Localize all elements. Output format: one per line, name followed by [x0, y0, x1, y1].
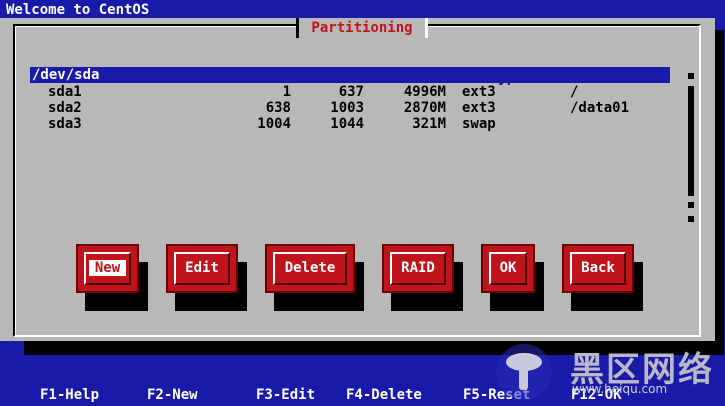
help-key-f3: F3-Edit — [256, 387, 316, 403]
disk-label: /dev/sda — [32, 67, 100, 83]
partition-device: sda3 — [48, 116, 82, 132]
partition-start: 1004 — [257, 116, 291, 132]
scroll-down-marker[interactable] — [688, 216, 694, 222]
partition-end: 637 — [338, 84, 364, 100]
partition-device: sda1 — [48, 84, 82, 100]
raid-button-label: RAID — [390, 252, 446, 285]
partition-start: 638 — [265, 100, 291, 116]
window-title: Welcome to CentOS — [0, 0, 725, 20]
partition-row[interactable]: sda2 638 1003 2870M ext3 /data01 — [30, 100, 670, 116]
partition-mount-point: / — [570, 84, 579, 100]
partition-start: 1 — [282, 84, 291, 100]
watermark-url: www.heiqu.com — [572, 382, 668, 396]
edit-button-label: Edit — [174, 252, 230, 285]
help-key-f2: F2-New — [147, 387, 198, 403]
edit-button[interactable]: Edit — [166, 244, 238, 293]
back-button-label: Back — [570, 252, 626, 285]
watermark-logo: 黑区网络 www.heiqu.com — [490, 336, 725, 406]
disk-row-selected[interactable]: /dev/sda — [30, 67, 670, 83]
partition-size: 4996M — [403, 84, 446, 100]
partition-size: 2870M — [403, 100, 446, 116]
partitioning-dialog: Partitioning Device Start End Size Type … — [0, 18, 715, 341]
partition-row[interactable]: sda3 1004 1044 321M swap — [30, 116, 670, 132]
help-key-f1: F1-Help — [40, 387, 100, 403]
help-key-f4: F4-Delete — [346, 387, 422, 403]
scroll-up-marker[interactable] — [688, 73, 694, 79]
raid-button[interactable]: RAID — [382, 244, 454, 293]
dialog-title: Partitioning — [296, 18, 428, 38]
partition-row[interactable]: sda1 1 637 4996M ext3 / — [30, 84, 670, 100]
delete-button[interactable]: Delete — [265, 244, 355, 293]
scrollbar-track[interactable] — [688, 86, 694, 196]
partition-type: swap — [462, 116, 496, 132]
partition-end: 1003 — [330, 100, 364, 116]
delete-button-label: Delete — [273, 252, 347, 285]
new-button[interactable]: New — [76, 244, 139, 293]
scroll-marker — [688, 202, 694, 208]
ok-button[interactable]: OK — [481, 244, 535, 293]
partition-type: ext3 — [462, 100, 496, 116]
new-button-label: New — [88, 260, 127, 276]
partition-mount-point: /data01 — [570, 100, 630, 116]
partition-type: ext3 — [462, 84, 496, 100]
partition-device: sda2 — [48, 100, 82, 116]
back-button[interactable]: Back — [562, 244, 634, 293]
partition-size: 321M — [412, 116, 446, 132]
partition-end: 1044 — [330, 116, 364, 132]
ok-button-label: OK — [489, 252, 527, 285]
watermark-emblem-icon — [496, 344, 552, 400]
